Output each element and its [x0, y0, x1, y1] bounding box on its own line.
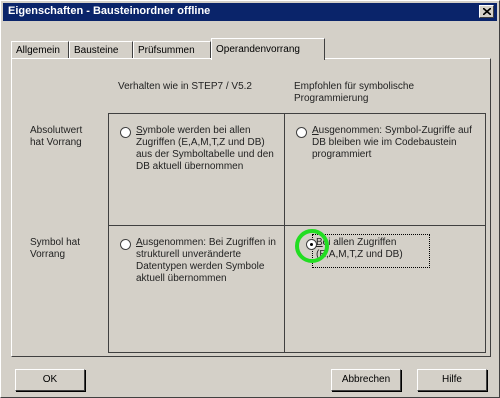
tab-operandenvorrang[interactable]: Operandenvorrang: [211, 38, 325, 60]
close-icon: [483, 8, 491, 15]
tab-pruefsummen[interactable]: Prüfsummen: [133, 41, 211, 59]
ok-button[interactable]: OK: [15, 369, 85, 391]
close-button[interactable]: [479, 5, 494, 18]
tab-allgemein[interactable]: Allgemein: [11, 41, 69, 59]
properties-dialog: Eigenschaften - Bausteinordner offline A…: [0, 0, 500, 398]
cancel-button[interactable]: Abbrechen: [331, 369, 401, 391]
radio-r1-left[interactable]: [120, 127, 131, 138]
radio-r1-right[interactable]: [296, 127, 307, 138]
highlight-circle: [295, 229, 329, 263]
option-text-r2-left[interactable]: Ausgenommen: Bei Zugriffen in strukturel…: [136, 237, 278, 285]
option-text-r2-right[interactable]: Bei allen Zugriffen (E,A,M,T,Z und DB): [316, 237, 426, 261]
grid-divider-horizontal: [108, 225, 486, 226]
column-header-left: Verhalten wie in STEP7 / V5.2: [118, 81, 252, 92]
grid-divider-vertical: [284, 113, 285, 353]
tab-panel: Verhalten wie in STEP7 / V5.2 Empfohlen …: [11, 58, 491, 357]
option-text-r1-left[interactable]: Symbole werden bei allen Zugriffen (E,A,…: [136, 125, 278, 173]
row-label-absolute: Absolutwert hat Vorrang: [30, 125, 83, 148]
tab-bausteine[interactable]: Bausteine: [69, 41, 133, 59]
help-button[interactable]: Hilfe: [417, 369, 487, 391]
row-label-symbol: Symbol hat Vorrang: [30, 237, 81, 260]
window-title: Eigenschaften - Bausteinordner offline: [8, 5, 211, 17]
radio-r2-left[interactable]: [120, 239, 131, 250]
title-bar[interactable]: Eigenschaften - Bausteinordner offline: [3, 3, 497, 21]
column-header-right: Empfohlen für symbolische Programmierung: [294, 81, 415, 104]
option-text-r1-right[interactable]: Ausgenommen: Symbol-Zugriffe auf DB blei…: [312, 125, 478, 161]
